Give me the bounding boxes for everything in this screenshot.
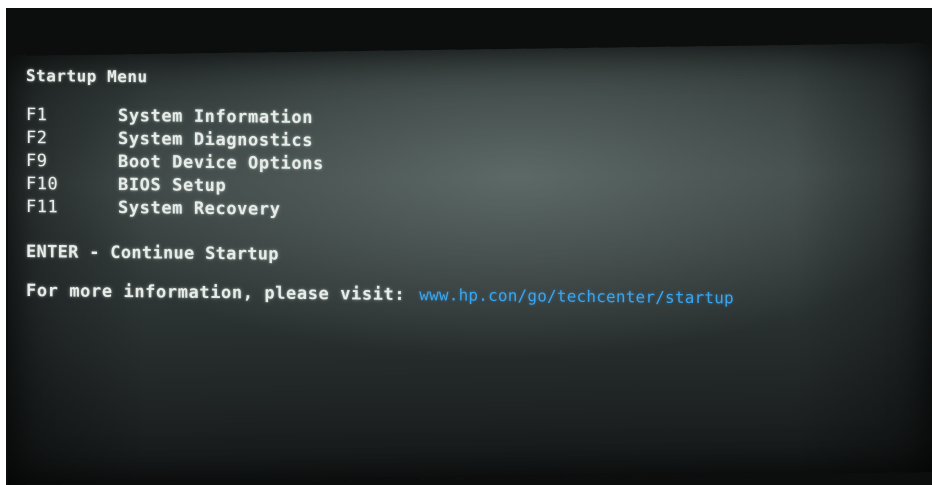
info-link[interactable]: www.hp.con/go/techcenter/startup (419, 285, 734, 307)
menu-key: F9 (26, 151, 48, 172)
menu-label: System Information (118, 105, 314, 129)
menu-label: BIOS Setup (118, 174, 227, 197)
menu-key: F2 (26, 128, 48, 149)
menu-label: System Diagnostics (118, 128, 314, 152)
menu-key: F11 (26, 197, 59, 218)
info-text: For more information, please visit: (26, 281, 406, 305)
menu-label: System Recovery (118, 197, 281, 220)
menu-list: F1 System Information F2 System Diagnost… (26, 105, 734, 227)
menu-label: Boot Device Options (118, 151, 324, 175)
photo-frame: Startup Menu F1 System Information F2 Sy… (0, 0, 932, 485)
menu-key: F1 (26, 105, 48, 126)
continue-startup-option[interactable]: ENTER - Continue Startup (26, 242, 734, 269)
menu-key: F10 (26, 174, 59, 195)
startup-menu-content: Startup Menu F1 System Information F2 Sy… (26, 66, 734, 308)
